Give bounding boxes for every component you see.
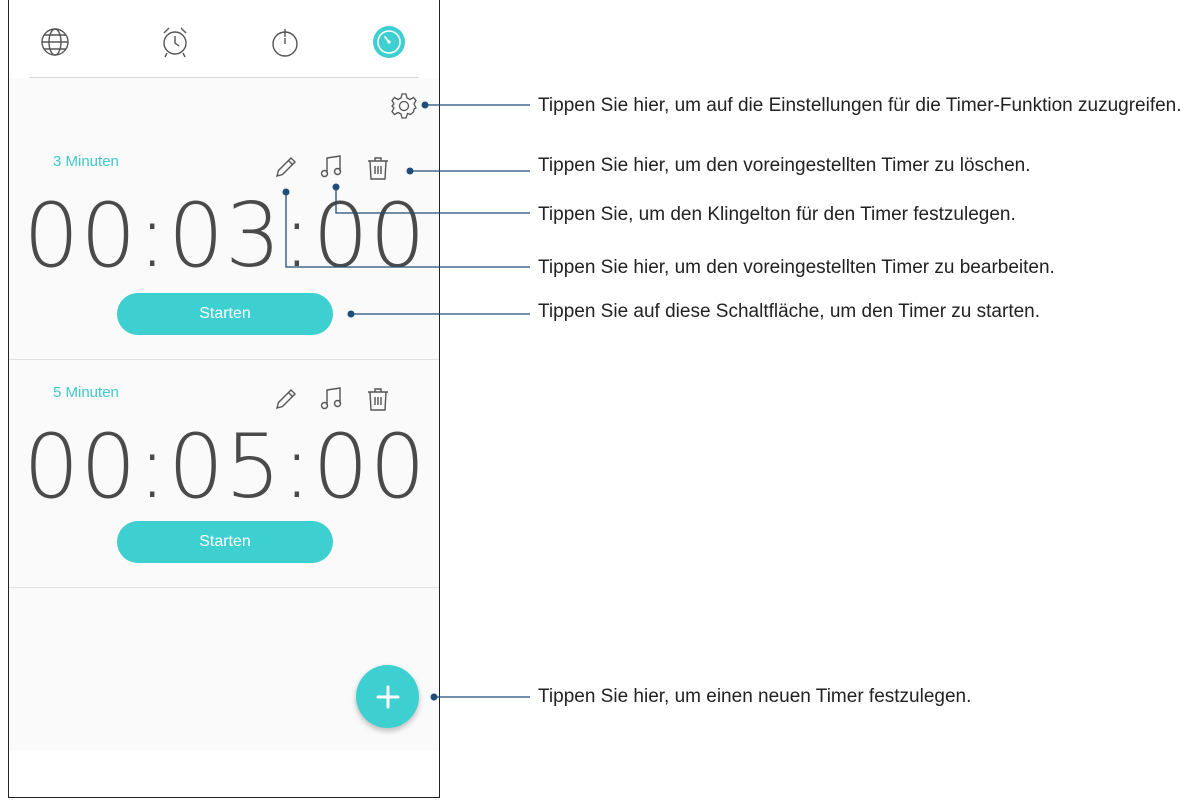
trash-icon xyxy=(368,157,388,180)
settings-callout-text: Tippen Sie hier, um auf die Einstellunge… xyxy=(538,95,1182,116)
add-timer-button[interactable] xyxy=(356,665,419,728)
edit-callout-text: Tippen Sie hier, um den voreingestellten… xyxy=(538,257,1055,278)
gear-icon xyxy=(391,93,417,119)
phone-screen: 3 Minuten 00:03:00 Starten 5 Minuten 00:… xyxy=(8,0,440,798)
start-button[interactable]: Starten xyxy=(117,293,333,335)
start-button[interactable]: Starten xyxy=(117,521,333,563)
edit-button[interactable] xyxy=(273,154,299,180)
timer-time: 00:03:00 xyxy=(23,184,427,287)
timer-card: 3 Minuten 00:03:00 Starten xyxy=(9,122,439,360)
pencil-icon xyxy=(276,389,296,409)
plus-icon xyxy=(376,685,399,708)
pencil-icon xyxy=(276,157,296,177)
settings-button[interactable] xyxy=(390,92,418,120)
timer-card: 5 Minuten 00:05:00 Starten xyxy=(9,361,439,588)
music-note-icon xyxy=(320,155,342,178)
edit-button[interactable] xyxy=(273,386,299,412)
delete-button[interactable] xyxy=(365,155,391,181)
tab-bar xyxy=(9,0,439,78)
timer-icon xyxy=(373,26,405,58)
card-divider xyxy=(9,359,439,360)
tab-timer[interactable] xyxy=(369,22,409,62)
ringtone-button[interactable] xyxy=(319,386,345,412)
timer-label: 3 Minuten xyxy=(53,153,119,170)
timer-screen: 3 Minuten 00:03:00 Starten 5 Minuten 00:… xyxy=(9,0,439,750)
ringtone-callout-text: Tippen Sie, um den Klingelton für den Ti… xyxy=(538,204,1016,225)
ringtone-button[interactable] xyxy=(319,154,345,180)
alarm-clock-icon xyxy=(163,27,187,58)
tab-alarm[interactable] xyxy=(155,22,195,62)
tab-divider xyxy=(29,77,419,78)
globe-icon xyxy=(41,28,69,56)
card-divider xyxy=(9,587,439,588)
start-callout-text: Tippen Sie auf diese Schaltfläche, um de… xyxy=(538,301,1041,322)
tab-world-clock[interactable] xyxy=(35,22,75,62)
trash-icon xyxy=(368,388,388,411)
stopwatch-icon xyxy=(272,29,298,57)
timer-label: 5 Minuten xyxy=(53,384,119,401)
add-callout-text: Tippen Sie hier, um einen neuen Timer fe… xyxy=(538,686,972,707)
delete-callout-text: Tippen Sie hier, um den voreingestellten… xyxy=(538,155,1031,176)
timer-time: 00:05:00 xyxy=(23,415,427,518)
tab-stopwatch[interactable] xyxy=(265,22,305,62)
music-note-icon xyxy=(320,387,342,410)
delete-button[interactable] xyxy=(365,386,391,412)
